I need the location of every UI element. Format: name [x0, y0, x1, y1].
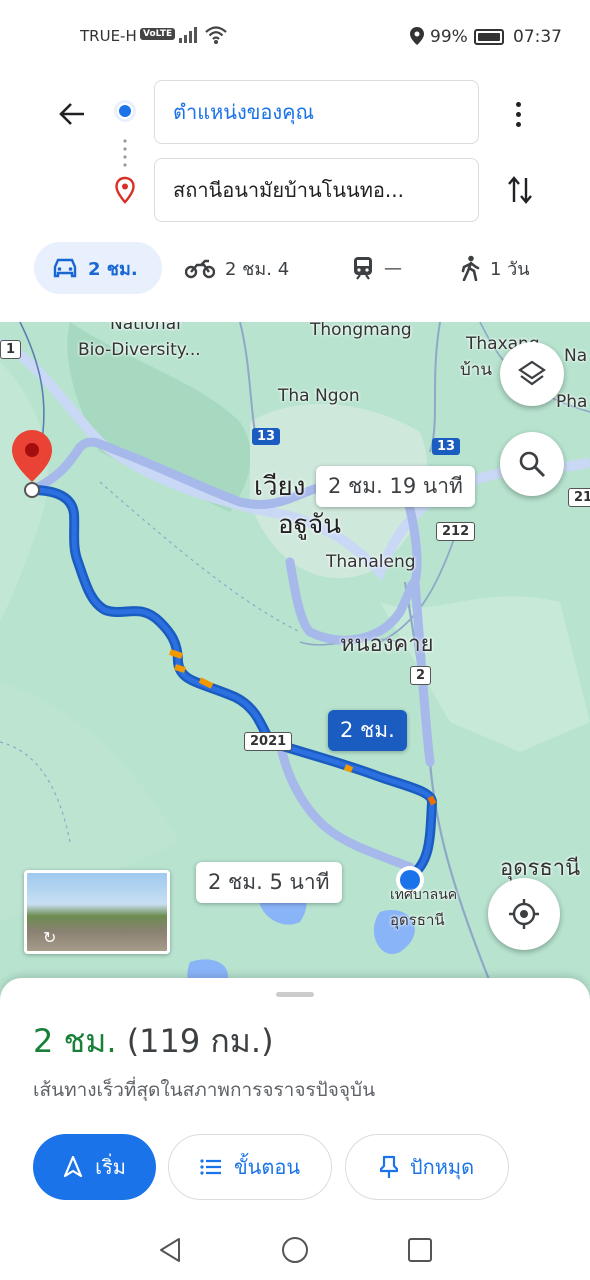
- carrier-name: TRUE-H: [80, 27, 137, 45]
- dot: [515, 101, 521, 107]
- tab-car[interactable]: 2 ชม.: [34, 242, 162, 294]
- steps-button-label: ขั้นตอน: [233, 1155, 300, 1179]
- destination-input[interactable]: สถานีอนามัยบ้านโนนทอ...: [154, 158, 479, 222]
- location-icon: [410, 27, 424, 45]
- clock: 07:37: [513, 27, 562, 47]
- start-button-label: เริ่ม: [95, 1155, 126, 1179]
- drag-handle[interactable]: [276, 992, 314, 997]
- pushpin-icon: [379, 1155, 398, 1179]
- rotate-360-icon: ↻: [43, 928, 57, 947]
- arrow-left-icon: [59, 103, 84, 125]
- layers-icon: [518, 360, 546, 386]
- swap-vertical-icon: [508, 176, 532, 204]
- route-shield: 212: [436, 522, 476, 541]
- battery-icon: [474, 29, 504, 45]
- route-shield: 1: [0, 340, 22, 359]
- navigation-arrow-icon: [63, 1156, 83, 1178]
- my-location-button[interactable]: [488, 878, 560, 950]
- route-callout-alt2[interactable]: 2 ชม. 5 นาที: [196, 862, 342, 903]
- steps-button[interactable]: ขั้นตอน: [168, 1134, 332, 1200]
- map-label: Thanaleng: [326, 552, 416, 572]
- map-label: อุดรธานี: [390, 911, 445, 929]
- search-icon: [519, 451, 546, 478]
- map-label: เวียง: [254, 472, 306, 502]
- origin-input[interactable]: ตำแหน่งของคุณ: [154, 80, 479, 144]
- map-label: บ้าน: [460, 360, 492, 380]
- nav-back-button[interactable]: [152, 1232, 188, 1268]
- tab-walk-label: 1 วัน: [490, 258, 530, 280]
- origin-dot-icon: [114, 100, 136, 122]
- route-shield: 21: [568, 488, 590, 507]
- list-icon: [200, 1158, 222, 1176]
- route-shield: 2: [410, 666, 432, 685]
- circle-home-icon: [282, 1237, 308, 1263]
- start-button[interactable]: เริ่ม: [33, 1134, 156, 1200]
- volte-badge: VoLTE: [140, 28, 176, 40]
- map-label: National: [110, 322, 181, 334]
- wifi-icon: [205, 26, 227, 44]
- layers-button[interactable]: [500, 342, 564, 406]
- square-recents-icon: [408, 1238, 432, 1262]
- swap-button[interactable]: [500, 170, 540, 210]
- map-label: Thongmang: [310, 322, 412, 340]
- street-view-thumbnail[interactable]: ↻: [24, 870, 170, 954]
- route-summary-sheet: 2 ชม. (119 กม.) เส้นทางเร็วที่สุดในสภาพก…: [0, 978, 590, 1222]
- tab-motorcycle-label: 2 ชม. 4: [225, 258, 290, 280]
- map-label: Bio-Diversity...: [78, 340, 201, 360]
- tab-car-label: 2 ชม.: [88, 258, 138, 280]
- travel-mode-tabs: 2 ชม. 2 ชม. 4 — 1 วัน: [0, 242, 590, 298]
- route-callout-alt1[interactable]: 2 ชม. 19 นาที: [316, 466, 475, 507]
- crosshair-icon: [509, 899, 539, 929]
- system-navigation-bar: [0, 1222, 590, 1280]
- dot: [515, 111, 521, 117]
- map-label: Tha Ngon: [278, 386, 360, 406]
- route-shield: 13: [252, 428, 281, 445]
- route-shield: 13: [432, 438, 461, 455]
- tab-motorcycle[interactable]: 2 ชม. 4: [185, 242, 289, 294]
- dot: [515, 121, 521, 127]
- tab-walk[interactable]: 1 วัน: [460, 242, 530, 294]
- route-callout-main[interactable]: 2 ชม.: [328, 710, 407, 751]
- map-label: อฐูจัน: [278, 510, 341, 540]
- route-shield: 2021: [244, 732, 293, 751]
- pin-button-label: ปักหมุด: [409, 1155, 475, 1179]
- back-button[interactable]: [52, 94, 92, 134]
- signal-icon: [179, 27, 197, 43]
- map-label: Na: [564, 346, 588, 366]
- route-description: เส้นทางเร็วที่สุดในสภาพการจราจรปัจจุบัน: [33, 1079, 376, 1101]
- walking-icon: [460, 255, 480, 281]
- train-icon: [352, 256, 374, 280]
- tab-transit[interactable]: —: [352, 242, 402, 294]
- destination-pin-icon: [115, 176, 135, 204]
- nav-home-button[interactable]: [277, 1232, 313, 1268]
- tab-transit-label: —: [384, 257, 402, 279]
- car-icon: [52, 257, 78, 279]
- motorcycle-icon: [185, 257, 215, 279]
- route-connector: [123, 137, 127, 167]
- search-along-route-button[interactable]: [500, 432, 564, 496]
- pin-button[interactable]: ปักหมุด: [345, 1134, 509, 1200]
- more-options-button[interactable]: [500, 92, 536, 136]
- map-label: Pha: [556, 392, 588, 412]
- status-bar: TRUE-H VoLTE 99% 07:37: [0, 0, 590, 72]
- route-distance: (119 กม.): [126, 1022, 274, 1060]
- route-summary: 2 ชม. (119 กม.): [33, 1016, 274, 1067]
- route-duration: 2 ชม.: [33, 1022, 117, 1060]
- triangle-back-icon: [160, 1238, 180, 1262]
- nav-recents-button[interactable]: [402, 1232, 438, 1268]
- map-view[interactable]: National Bio-Diversity... Thongmang Thax…: [0, 322, 590, 1012]
- directions-header: ตำแหน่งของคุณ สถานีอนามัยบ้านโนนทอ... 2 …: [0, 72, 590, 322]
- map-label: หนองคาย: [340, 632, 434, 657]
- battery-percent: 99%: [430, 27, 468, 47]
- map-label: เทศบาลนค: [390, 887, 458, 903]
